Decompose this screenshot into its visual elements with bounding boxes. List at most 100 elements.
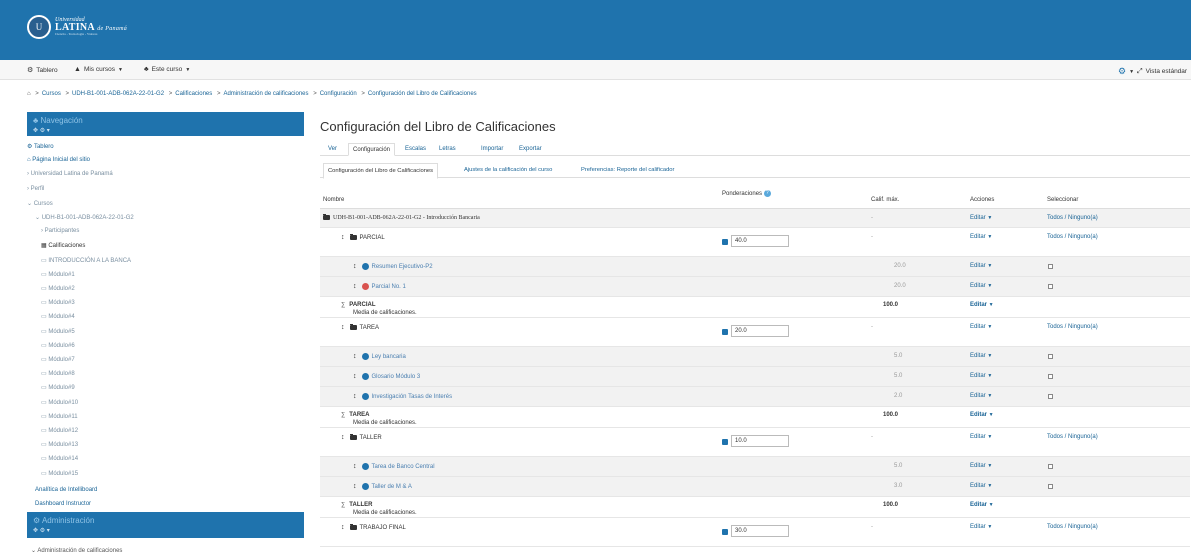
- edit-menu[interactable]: Editar ▼: [970, 502, 994, 508]
- move-icon[interactable]: ↕: [353, 463, 357, 470]
- move-icon[interactable]: ↕: [353, 393, 357, 400]
- weight-input[interactable]: 40.0: [731, 235, 789, 247]
- home-icon[interactable]: ⌂: [27, 91, 31, 97]
- move-icon[interactable]: ↕: [341, 524, 345, 531]
- sidebar-item[interactable]: ▭ Módulo#5: [41, 328, 75, 335]
- navbar-tablero[interactable]: ⚙ Tablero: [27, 66, 58, 75]
- select-checkbox[interactable]: [1048, 394, 1053, 399]
- navbar-este-curso[interactable]: ♣ Este curso ▼: [144, 66, 190, 73]
- sidebar-item[interactable]: ⚙ Tablero: [27, 143, 54, 150]
- sidebar-item[interactable]: ▭ Módulo#2: [41, 285, 75, 292]
- tab-escalas[interactable]: Escalas: [405, 146, 426, 152]
- sidebar-item[interactable]: ▭ Módulo#15: [41, 470, 78, 477]
- weight-input[interactable]: 10.0: [731, 435, 789, 447]
- move-icon[interactable]: ↕: [353, 263, 357, 270]
- sidebar-item[interactable]: › Perfil: [27, 186, 44, 192]
- sidebar-item[interactable]: ▭ Módulo#10: [41, 399, 78, 406]
- subtab-gradebook-setup[interactable]: Configuración del Libro de Calificacione…: [323, 163, 439, 179]
- grade-item-name[interactable]: Ley bancaria: [372, 354, 406, 360]
- move-icon[interactable]: ↕: [341, 434, 345, 441]
- sidebar-item[interactable]: ⌄ UDH-B1-001-ADB-062A-22-01-G2: [35, 214, 134, 221]
- tab-letras[interactable]: Letras: [439, 146, 456, 152]
- sidebar-item[interactable]: ▭ Módulo#13: [41, 441, 78, 448]
- select-checkbox[interactable]: [1048, 264, 1053, 269]
- sidebar-item[interactable]: ⌄ Cursos: [27, 200, 53, 207]
- weight-input[interactable]: 30.0: [731, 525, 789, 537]
- breadcrumb-cursos[interactable]: Cursos: [42, 91, 61, 97]
- edit-menu[interactable]: Editar ▼: [970, 463, 992, 469]
- block-controls[interactable]: ✥ ⚙ ▾: [33, 127, 298, 134]
- sidebar-item[interactable]: ▭ Módulo#3: [41, 299, 75, 306]
- sidebar-item[interactable]: ▭ Módulo#14: [41, 455, 78, 462]
- sidebar-item[interactable]: ▭ Módulo#6: [41, 342, 75, 349]
- edit-menu[interactable]: Editar ▼: [970, 524, 992, 530]
- breadcrumb-course[interactable]: UDH-B1-001-ADB-062A-22-01-G2: [72, 91, 164, 97]
- grade-item-name[interactable]: Parcial No. 1: [372, 284, 406, 290]
- select-checkbox[interactable]: [1048, 464, 1053, 469]
- edit-menu[interactable]: Editar ▼: [970, 234, 992, 240]
- grade-item-name[interactable]: Resumen Ejecutivo-P2: [372, 264, 433, 270]
- grade-item-name[interactable]: Tarea de Banco Central: [372, 464, 435, 470]
- edit-menu[interactable]: Editar ▼: [970, 302, 994, 308]
- edit-menu[interactable]: Editar ▼: [970, 393, 992, 399]
- select-all-none[interactable]: Todos / Ninguno(a): [1047, 524, 1098, 530]
- select-all-none[interactable]: Todos / Ninguno(a): [1047, 324, 1098, 330]
- move-icon[interactable]: ↕: [353, 483, 357, 490]
- sidebar-item[interactable]: ▭ Módulo#1: [41, 271, 75, 278]
- breadcrumb-calificaciones[interactable]: Calificaciones: [175, 91, 212, 97]
- move-icon[interactable]: ↕: [341, 234, 345, 241]
- university-logo[interactable]: U Universidad LATINA de Panamá Ciencia -…: [27, 14, 137, 40]
- sidebar-item[interactable]: Analítica de Intelliboard: [35, 487, 97, 493]
- move-icon[interactable]: ↕: [341, 324, 345, 331]
- block-controls[interactable]: ✥ ⚙ ▾: [33, 527, 298, 534]
- edit-menu[interactable]: Editar ▼: [970, 283, 992, 289]
- weight-override-checkbox[interactable]: [722, 439, 728, 445]
- edit-menu[interactable]: Editar ▼: [970, 324, 992, 330]
- sidebar-item[interactable]: › Universidad Latina de Panamá: [27, 171, 113, 177]
- sidebar-item[interactable]: ▭ INTRODUCCIÓN A LA BANCA: [41, 257, 131, 264]
- select-checkbox[interactable]: [1048, 374, 1053, 379]
- move-icon[interactable]: ↕: [353, 373, 357, 380]
- sidebar-item[interactable]: ▦ Calificaciones: [41, 242, 85, 249]
- breadcrumb-current[interactable]: Configuración del Libro de Calificacione…: [368, 91, 477, 97]
- select-all-none[interactable]: Todos / Ninguno(a): [1047, 434, 1098, 440]
- move-icon[interactable]: ↕: [353, 283, 357, 290]
- edit-menu[interactable]: Editar ▼: [970, 215, 992, 221]
- sidebar-item[interactable]: ▭ Módulo#12: [41, 427, 78, 434]
- sidebar-item[interactable]: › Participantes: [41, 228, 79, 234]
- subtab-grader-preferences[interactable]: Preferencias: Reporte del calificador: [581, 167, 674, 173]
- weight-override-checkbox[interactable]: [722, 239, 728, 245]
- sidebar-item[interactable]: ▭ Módulo#8: [41, 370, 75, 377]
- tab-ver[interactable]: Ver: [328, 146, 337, 152]
- grade-item-name[interactable]: Glosario Módulo 3: [372, 374, 421, 380]
- weight-input[interactable]: 20.0: [731, 325, 789, 337]
- breadcrumb-admin[interactable]: Administración de calificaciones: [223, 91, 308, 97]
- grade-item-name[interactable]: Investigación Tasas de Interés: [372, 394, 453, 400]
- sidebar-item[interactable]: ▭ Módulo#4: [41, 313, 75, 320]
- edit-menu[interactable]: Editar ▼: [970, 373, 992, 379]
- help-icon[interactable]: ?: [763, 190, 771, 197]
- edit-menu[interactable]: Editar ▼: [970, 353, 992, 359]
- sidebar-item[interactable]: Dashboard Instructor: [35, 501, 91, 507]
- edit-menu[interactable]: Editar ▼: [970, 263, 992, 269]
- edit-menu[interactable]: Editar ▼: [970, 483, 992, 489]
- sidebar-item[interactable]: ▭ Módulo#9: [41, 384, 75, 391]
- edit-menu[interactable]: Editar ▼: [970, 412, 994, 418]
- tab-importar[interactable]: Importar: [481, 146, 503, 152]
- weight-override-checkbox[interactable]: [722, 329, 728, 335]
- select-checkbox[interactable]: [1048, 284, 1053, 289]
- select-checkbox[interactable]: [1048, 484, 1053, 489]
- grade-item-name[interactable]: Taller de M & A: [372, 484, 412, 490]
- select-checkbox[interactable]: [1048, 354, 1053, 359]
- breadcrumb-configuracion[interactable]: Configuración: [320, 91, 357, 97]
- select-all-none[interactable]: Todos / Ninguno(a): [1047, 215, 1098, 221]
- select-all-none[interactable]: Todos / Ninguno(a): [1047, 234, 1098, 240]
- sidebar-item[interactable]: ▭ Módulo#11: [41, 413, 78, 420]
- navbar-settings[interactable]: ⚙ ▼ ⤢ Vista estándar: [1118, 66, 1187, 77]
- sidebar-item[interactable]: ▭ Módulo#7: [41, 356, 75, 363]
- tab-exportar[interactable]: Exportar: [519, 146, 542, 152]
- weight-override-checkbox[interactable]: [722, 529, 728, 535]
- edit-menu[interactable]: Editar ▼: [970, 434, 992, 440]
- sidebar-item[interactable]: ⌂ Página Inicial del sitio: [27, 157, 90, 163]
- subtab-course-settings[interactable]: Ajustes de la calificación del curso: [464, 167, 552, 173]
